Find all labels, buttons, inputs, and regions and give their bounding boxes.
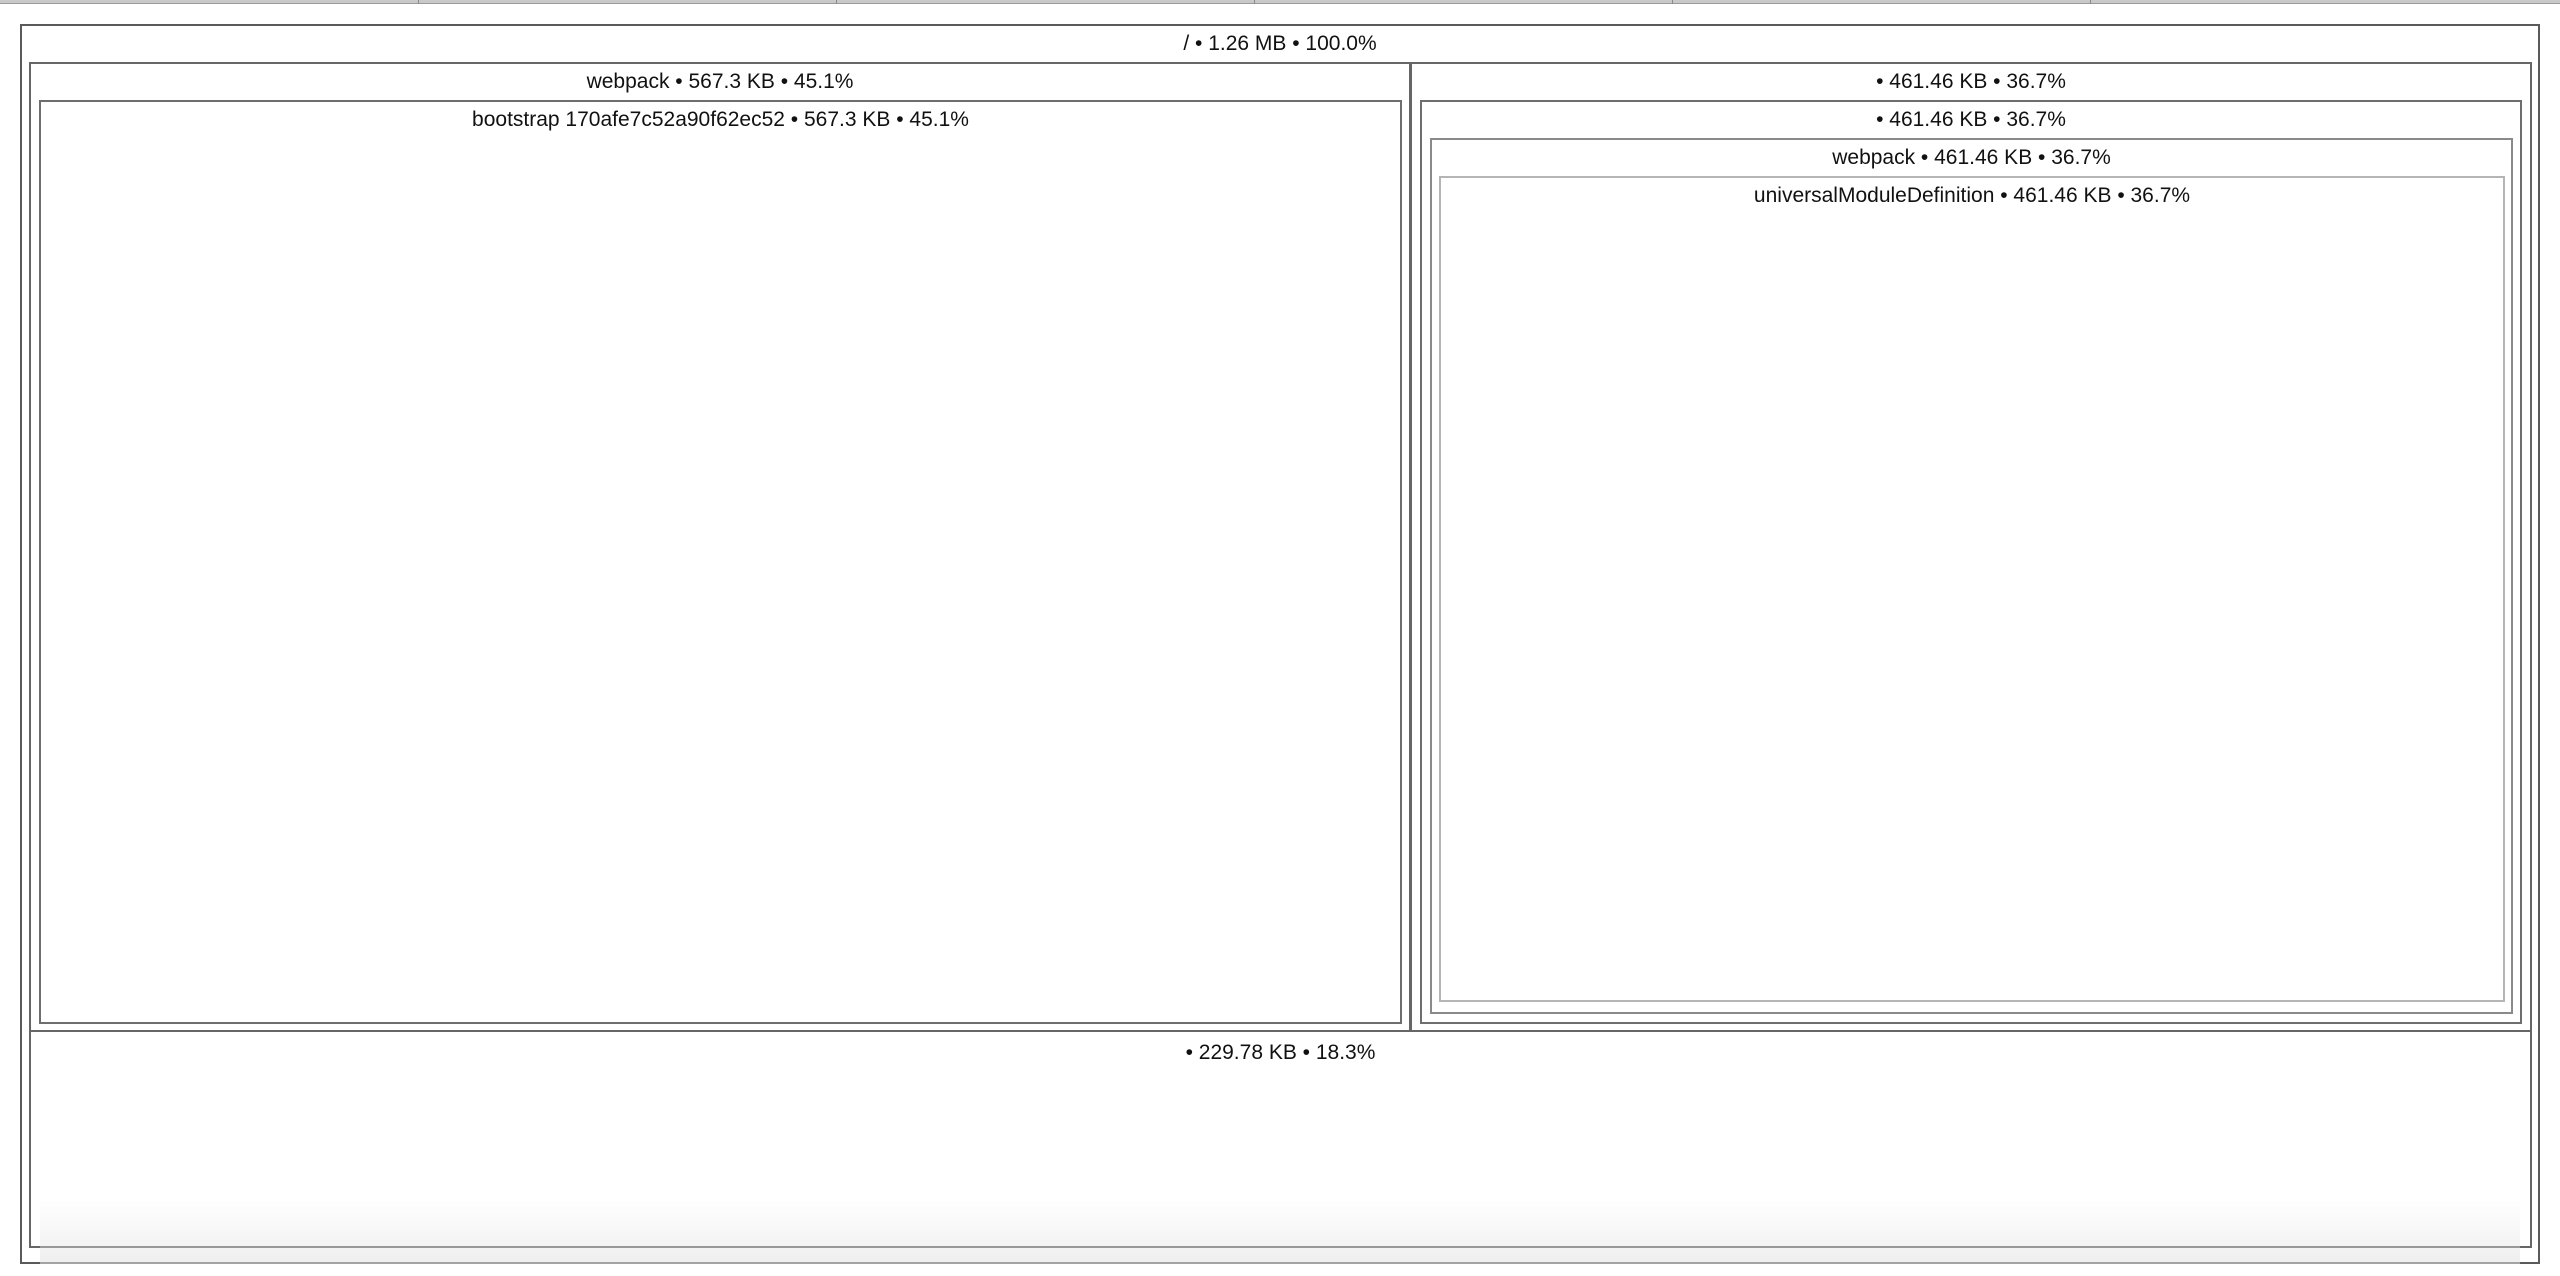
treemap-node-unnamed-right-label: • 461.46 KB • 36.7%	[1876, 70, 2066, 93]
treemap-root-label: / • 1.26 MB • 100.0%	[1183, 32, 1377, 55]
browser-tab-strip	[0, 0, 2560, 4]
treemap-node-bootstrap[interactable]: bootstrap 170afe7c52a90f62ec52 • 567.3 K…	[39, 100, 1402, 1024]
treemap-node-bootstrap-label: bootstrap 170afe7c52a90f62ec52 • 567.3 K…	[472, 108, 969, 131]
tab-separator	[836, 0, 837, 4]
treemap-node-webpack-right-label: webpack • 461.46 KB • 36.7%	[1832, 146, 2111, 169]
treemap-node-unnamed-right-child-label: • 461.46 KB • 36.7%	[1876, 108, 2066, 131]
tab-separator	[1672, 0, 1673, 4]
tab-separator	[2090, 0, 2091, 4]
tab-separator	[418, 0, 419, 4]
treemap-node-unnamed-bottom[interactable]: • 229.78 KB • 18.3%	[29, 1030, 2532, 1248]
treemap-node-unnamed-bottom-label: • 229.78 KB • 18.3%	[1185, 1041, 1376, 1064]
treemap-node-universal-module-definition[interactable]: universalModuleDefinition • 461.46 KB • …	[1439, 176, 2505, 1002]
tab-separator	[1254, 0, 1255, 4]
treemap-node-umd-label: universalModuleDefinition • 461.46 KB • …	[1753, 184, 2191, 207]
treemap-node-webpack-label: webpack • 567.3 KB • 45.1%	[586, 70, 854, 93]
